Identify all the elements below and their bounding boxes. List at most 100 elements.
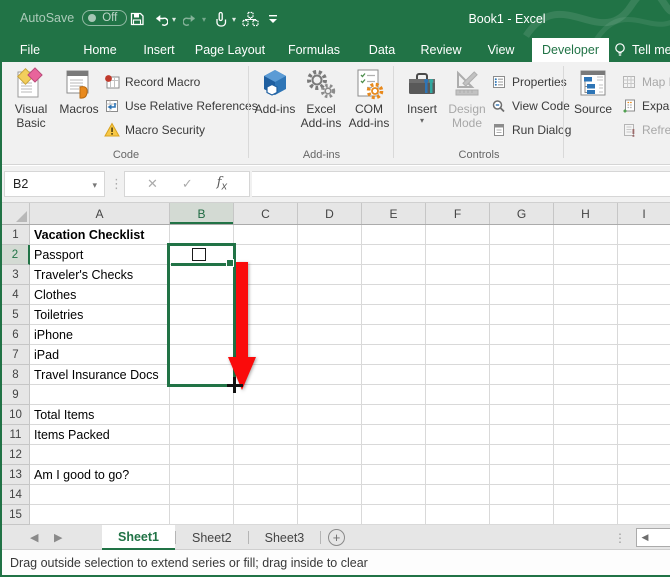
row-header-14[interactable]: 14 — [2, 485, 30, 505]
cancel-icon[interactable]: ✕ — [147, 176, 158, 192]
cell-a12[interactable] — [30, 445, 170, 465]
col-header-i[interactable]: I — [618, 203, 670, 224]
source-button[interactable]: Source — [571, 66, 615, 116]
hierarchy-diagram-button[interactable] — [241, 8, 259, 30]
new-sheet-button[interactable]: + — [328, 529, 345, 546]
sheet-tab-sheet2[interactable]: Sheet2 — [176, 525, 248, 550]
scroll-left-arrow-icon[interactable]: ◀ — [637, 532, 653, 543]
col-header-h[interactable]: H — [554, 203, 618, 224]
redo-button[interactable] — [181, 8, 199, 30]
row-header-15[interactable]: 15 — [2, 505, 30, 525]
visual-basic-button[interactable]: Visual Basic — [8, 66, 54, 130]
touch-mode-dropdown[interactable]: ▾ — [232, 15, 236, 24]
row-header-4[interactable]: 4 — [2, 285, 30, 305]
cells-row-14[interactable] — [170, 485, 670, 505]
name-box-dropdown-icon[interactable]: ▾ — [92, 180, 97, 191]
autosave-toggle[interactable]: Off — [82, 10, 128, 26]
undo-button[interactable] — [151, 8, 169, 30]
col-header-d[interactable]: D — [298, 203, 362, 224]
row-header-6[interactable]: 6 — [2, 325, 30, 345]
cell-a1[interactable]: Vacation Checklist — [30, 225, 170, 245]
fill-handle[interactable] — [226, 259, 234, 267]
view-code-button[interactable]: View Code — [491, 96, 570, 116]
col-header-a[interactable]: A — [30, 203, 170, 224]
tab-view[interactable]: View — [483, 38, 519, 62]
cells-row-1[interactable] — [170, 225, 670, 245]
row-header-2[interactable]: 2 — [2, 245, 30, 265]
col-header-e[interactable]: E — [362, 203, 426, 224]
tab-home[interactable]: Home — [76, 38, 124, 62]
col-header-c[interactable]: C — [234, 203, 298, 224]
cell-a14[interactable] — [30, 485, 170, 505]
macro-security-button[interactable]: Macro Security — [104, 120, 205, 140]
record-macro-button[interactable]: Record Macro — [104, 72, 200, 92]
cell-a6[interactable]: iPhone — [30, 325, 170, 345]
row-header-9[interactable]: 9 — [2, 385, 30, 405]
sheet-tab-sheet3[interactable]: Sheet3 — [249, 525, 321, 550]
tab-insert[interactable]: Insert — [136, 38, 182, 62]
properties-button[interactable]: Properties — [491, 72, 567, 92]
use-relative-references-button[interactable]: Use Relative References — [104, 96, 258, 116]
cell-a15[interactable] — [30, 505, 170, 525]
cell-a10[interactable]: Total Items — [30, 405, 170, 425]
tab-data[interactable]: Data — [364, 38, 400, 62]
cell-a13[interactable]: Am I good to go? — [30, 465, 170, 485]
tab-file[interactable]: File — [14, 38, 46, 62]
redo-dropdown[interactable]: ▾ — [202, 15, 206, 24]
autosave-control[interactable]: AutoSave Off — [20, 10, 128, 26]
cell-a4[interactable]: Clothes — [30, 285, 170, 305]
select-all-corner[interactable] — [2, 203, 30, 224]
tab-formulas[interactable]: Formulas — [286, 38, 342, 62]
tab-developer[interactable]: Developer — [532, 38, 609, 62]
customize-qat-button[interactable] — [264, 8, 282, 30]
row-header-1[interactable]: 1 — [2, 225, 30, 245]
enter-icon[interactable]: ✓ — [182, 176, 193, 192]
cell-a11[interactable]: Items Packed — [30, 425, 170, 445]
formula-input[interactable] — [252, 171, 670, 197]
com-addins-button[interactable]: COM Add-ins — [346, 66, 392, 130]
insert-function-icon[interactable]: fx — [217, 175, 227, 193]
design-mode-button[interactable]: Design Mode — [445, 66, 489, 130]
formula-bar-grip[interactable]: ⋮ — [110, 171, 123, 197]
tab-review[interactable]: Review — [418, 38, 464, 62]
prev-sheet-arrow-icon[interactable]: ◀ — [30, 525, 38, 550]
row-header-12[interactable]: 12 — [2, 445, 30, 465]
row-header-8[interactable]: 8 — [2, 365, 30, 385]
col-header-f[interactable]: F — [426, 203, 490, 224]
row-header-7[interactable]: 7 — [2, 345, 30, 365]
macros-button[interactable]: Macros — [56, 66, 102, 116]
row-header-5[interactable]: 5 — [2, 305, 30, 325]
save-button[interactable] — [128, 8, 146, 30]
row-header-11[interactable]: 11 — [2, 425, 30, 445]
cell-a7[interactable]: iPad — [30, 345, 170, 365]
tab-page-layout[interactable]: Page Layout — [194, 38, 266, 62]
cell-a8[interactable]: Travel Insurance Docs — [30, 365, 170, 385]
touch-mouse-mode-button[interactable] — [211, 8, 229, 30]
refresh-data-button[interactable]: Refresh Data — [621, 120, 670, 140]
cell-a2[interactable]: Passport — [30, 245, 170, 265]
row-header-13[interactable]: 13 — [2, 465, 30, 485]
excel-addins-button[interactable]: Excel Add-ins — [298, 66, 344, 130]
insert-control-button[interactable]: Insert ▾ — [401, 66, 443, 125]
horizontal-scrollbar[interactable]: ◀ — [636, 528, 670, 547]
name-box[interactable]: B2 ▾ — [4, 171, 105, 197]
cell-a3[interactable]: Traveler's Checks — [30, 265, 170, 285]
undo-dropdown[interactable]: ▾ — [172, 15, 176, 24]
row-header-10[interactable]: 10 — [2, 405, 30, 425]
cells-row-10[interactable] — [170, 405, 670, 425]
cells-row-12[interactable] — [170, 445, 670, 465]
tell-me-box[interactable]: Tell me what you want to do — [614, 38, 670, 62]
tab-bar-resize-grip[interactable]: ⋮ — [614, 525, 626, 550]
cells-row-11[interactable] — [170, 425, 670, 445]
col-header-g[interactable]: G — [490, 203, 554, 224]
expansion-packs-button[interactable]: Expansion Packs — [621, 96, 670, 116]
cell-a9[interactable] — [30, 385, 170, 405]
col-header-b[interactable]: B — [170, 203, 234, 224]
sheet-tab-sheet1[interactable]: Sheet1 — [102, 525, 175, 550]
cell-a5[interactable]: Toiletries — [30, 305, 170, 325]
checkbox-control[interactable] — [192, 248, 206, 261]
map-properties-button[interactable]: Map Properties — [621, 72, 670, 92]
addins-button[interactable]: Add-ins — [254, 66, 296, 116]
next-sheet-arrow-icon[interactable]: ▶ — [54, 525, 62, 550]
row-header-3[interactable]: 3 — [2, 265, 30, 285]
